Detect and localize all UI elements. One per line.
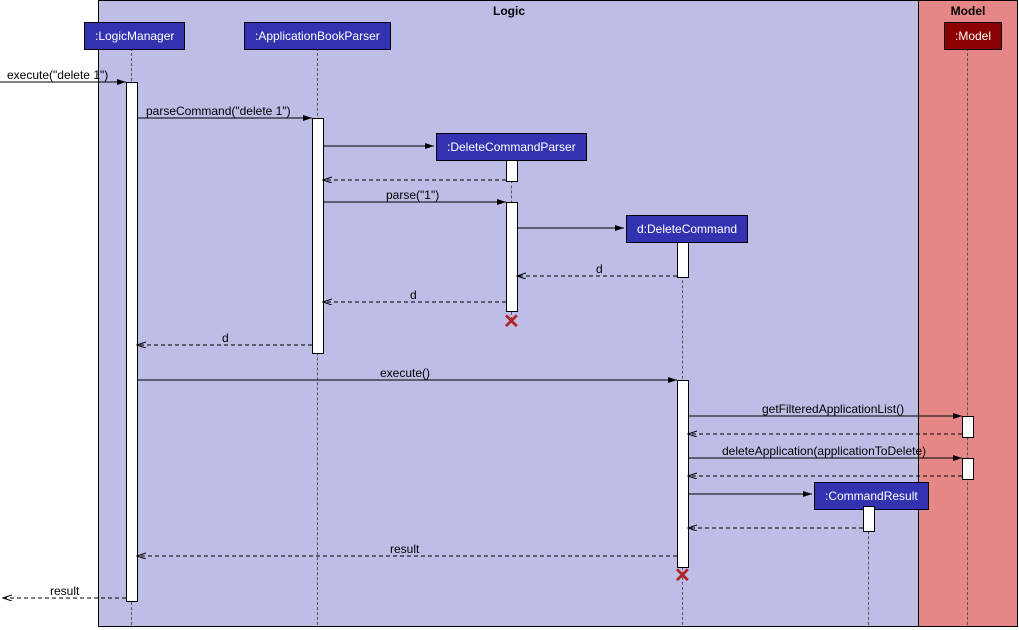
- sequence-diagram: Logic Model :LogicManager :ApplicationBo…: [0, 0, 1019, 630]
- activation-deletecommandparser-1: [506, 160, 518, 182]
- participant-deletecommand: d:DeleteCommand: [626, 215, 748, 243]
- activation-model-1: [962, 416, 974, 438]
- msg-d2: d: [410, 288, 417, 302]
- participant-label: d:DeleteCommand: [637, 222, 737, 236]
- destroy-deletecommand: ✕: [674, 568, 690, 584]
- frame-logic-title: Logic: [99, 4, 919, 18]
- destroy-deletecommandparser: ✕: [503, 314, 519, 330]
- activation-appbookparser: [312, 118, 324, 354]
- participant-label: :ApplicationBookParser: [255, 29, 380, 43]
- participant-label: :LogicManager: [95, 29, 174, 43]
- participant-label: :DeleteCommandParser: [447, 140, 576, 154]
- msg-parsecommand: parseCommand("delete 1"): [146, 104, 291, 118]
- msg-result1: result: [390, 542, 419, 556]
- activation-deletecommand-1: [677, 242, 689, 278]
- activation-deletecommand-2: [677, 380, 689, 568]
- participant-model: :Model: [944, 22, 1002, 50]
- activation-deletecommandparser-2: [506, 202, 518, 312]
- frame-model-title: Model: [919, 4, 1017, 18]
- participant-deletecommandparser: :DeleteCommandParser: [436, 133, 587, 161]
- msg-getfiltered: getFilteredApplicationList(): [762, 402, 904, 416]
- msg-deleteapp: deleteApplication(applicationToDelete): [722, 444, 926, 458]
- participant-label: :CommandResult: [825, 489, 918, 503]
- activation-commandresult: [863, 506, 875, 532]
- msg-result2: result: [50, 584, 79, 598]
- msg-d3: d: [222, 331, 229, 345]
- lifeline-model: [967, 48, 968, 625]
- msg-parse: parse("1"): [386, 188, 439, 202]
- participant-label: :Model: [955, 29, 991, 43]
- msg-execute2: execute(): [380, 366, 430, 380]
- participant-logicmanager: :LogicManager: [84, 22, 185, 50]
- activation-model-2: [962, 458, 974, 480]
- msg-d1: d: [596, 262, 603, 276]
- participant-appbookparser: :ApplicationBookParser: [244, 22, 391, 50]
- frame-model: Model: [918, 0, 1018, 627]
- msg-execute1: execute("delete 1"): [7, 68, 108, 82]
- activation-logicmanager: [126, 82, 138, 602]
